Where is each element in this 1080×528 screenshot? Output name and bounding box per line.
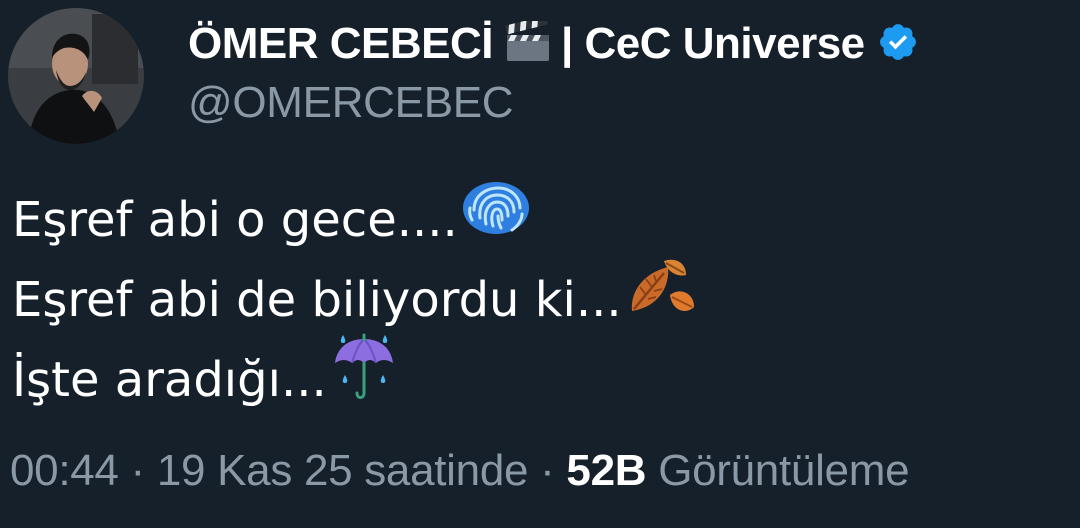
brand-name: | CeC Universe: [560, 19, 865, 68]
avatar-image: [8, 8, 144, 144]
tweet-meta: 00:44 · 19 Kas 25 saatinde · 52B Görüntü…: [10, 446, 910, 496]
fallen-leaves-icon: [624, 251, 698, 349]
views-label: Görüntüleme: [658, 446, 910, 495]
tweet: ÖMER CEBECİ | CeC Universe @OMERCEBEC Eş…: [0, 0, 1080, 528]
author-row: ÖMER CEBECİ | CeC Universe: [188, 14, 919, 74]
avatar[interactable]: [8, 8, 144, 144]
verified-badge-icon[interactable]: [877, 21, 919, 68]
tweet-line-text: İşte aradığı...: [12, 352, 327, 408]
clapper-board-icon: [505, 15, 551, 68]
views-count[interactable]: 52B: [566, 446, 646, 495]
user-handle[interactable]: @OMERCEBEC: [188, 78, 514, 128]
display-name[interactable]: ÖMER CEBECİ: [188, 19, 493, 69]
umbrella-with-rain-icon: [329, 331, 399, 429]
meta-separator: ·: [130, 446, 146, 495]
tweet-line: İşte aradığı...: [12, 333, 698, 420]
tweet-text: Eşref abi o gece.... Eşref abi de biliyo…: [12, 180, 698, 420]
tweet-line: Eşref abi de biliyordu ki...: [12, 259, 698, 340]
tweet-line-text: Eşref abi de biliyordu ki...: [12, 272, 622, 328]
tweet-time[interactable]: 00:44: [10, 446, 119, 495]
tweet-line-text: Eşref abi o gece....: [12, 192, 458, 248]
meta-separator: ·: [540, 446, 555, 495]
tweet-line: Eşref abi o gece....: [12, 180, 698, 260]
tweet-date[interactable]: 19 Kas 25 saatinde: [157, 446, 529, 495]
fingerprint-icon: [460, 180, 532, 260]
